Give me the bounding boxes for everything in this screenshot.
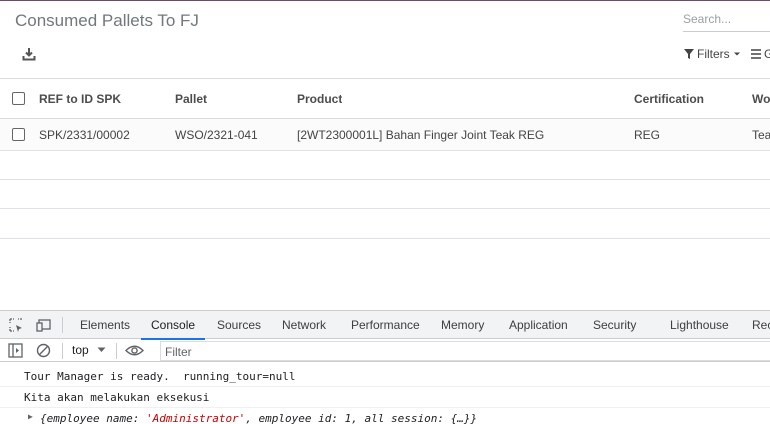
object-string-value: 'Administrator' (145, 412, 246, 424)
divider (62, 317, 63, 333)
filters-label: Filters (697, 47, 730, 61)
console-filter[interactable] (160, 341, 770, 362)
search-input[interactable] (683, 8, 770, 26)
column-header-product[interactable]: Product (297, 80, 342, 118)
divider (62, 343, 63, 359)
clear-console-icon[interactable] (36, 343, 51, 358)
expand-arrow-icon[interactable]: ▶ (28, 412, 33, 421)
device-toolbar-icon[interactable] (36, 317, 52, 333)
divider (116, 343, 117, 359)
context-label: top (72, 343, 89, 357)
column-header-certification[interactable]: Certification (634, 80, 704, 118)
object-prefix: {employee_name: (40, 412, 146, 424)
cell-pallet: WSO/2321-041 (175, 127, 258, 142)
context-selector[interactable]: top (72, 343, 106, 357)
group-by-label: G (764, 47, 770, 61)
console-object-text: {employee_name: 'Administrator', employe… (40, 412, 477, 424)
console-object-message[interactable]: ▶ {employee_name: 'Administrator', emplo… (0, 408, 770, 424)
inspect-element-icon[interactable] (8, 317, 24, 333)
devtools-panel: Elements Console Sources Network Perform… (0, 310, 770, 424)
row-checkbox[interactable] (12, 127, 25, 141)
console-message-text: Tour Manager is ready. running_tour=null (24, 369, 296, 383)
empty-row (0, 209, 770, 239)
table-row[interactable]: SPK/2331/00002 WSO/2321-041 [2WT2300001L… (0, 119, 770, 151)
tab-application[interactable]: Application (509, 311, 568, 339)
download-icon[interactable] (22, 47, 36, 61)
caret-down-icon (733, 52, 740, 56)
cell-ref: SPK/2331/00002 (39, 127, 130, 142)
tab-network[interactable]: Network (282, 311, 326, 339)
cell-product: [2WT2300001L] Bahan Finger Joint Teak RE… (297, 127, 545, 142)
console-toolbar: top (0, 340, 770, 362)
filters-button[interactable]: Filters (684, 47, 741, 61)
empty-row (0, 180, 770, 209)
select-all-checkbox[interactable] (12, 92, 25, 105)
empty-row (0, 151, 770, 180)
console-filter-input[interactable] (161, 342, 770, 362)
search-box[interactable] (683, 8, 770, 32)
console-message: Kita akan melakukan eksekusi (0, 387, 770, 408)
sidebar-toggle-icon[interactable] (8, 343, 23, 358)
cell-wood: Tea (752, 127, 770, 142)
pallet-table: REF to ID SPK Pallet Product Certificati… (0, 80, 770, 239)
eye-icon[interactable] (125, 344, 144, 357)
tab-lighthouse[interactable]: Lighthouse (670, 311, 729, 339)
group-by-button[interactable]: G (751, 47, 770, 61)
list-icon (751, 49, 761, 59)
column-header-ref[interactable]: REF to ID SPK (39, 80, 121, 118)
column-header-pallet[interactable]: Pallet (175, 80, 207, 118)
console-message-text: Kita akan melakukan eksekusi (24, 390, 210, 404)
filter-icon (684, 49, 694, 59)
tab-memory[interactable]: Memory (441, 311, 484, 339)
console-message: Tour Manager is ready. running_tour=null (0, 366, 770, 387)
tab-recorder[interactable]: Rec (752, 311, 770, 339)
table-header: REF to ID SPK Pallet Product Certificati… (0, 80, 770, 119)
tab-elements[interactable]: Elements (80, 311, 130, 339)
tab-console[interactable]: Console (140, 311, 206, 340)
object-suffix: , employee_id: 1, all_session: {…}} (245, 412, 478, 424)
control-panel: Consumed Pallets To FJ Filters G (0, 1, 770, 79)
tab-sources[interactable]: Sources (217, 311, 261, 339)
tab-performance[interactable]: Performance (351, 311, 420, 339)
tab-security[interactable]: Security (593, 311, 636, 339)
page-title: Consumed Pallets To FJ (15, 11, 199, 30)
caret-down-icon (97, 347, 106, 352)
cell-certification: REG (634, 127, 661, 142)
devtools-tab-bar: Elements Console Sources Network Perform… (0, 311, 770, 340)
column-header-wood[interactable]: Wo (752, 80, 770, 118)
